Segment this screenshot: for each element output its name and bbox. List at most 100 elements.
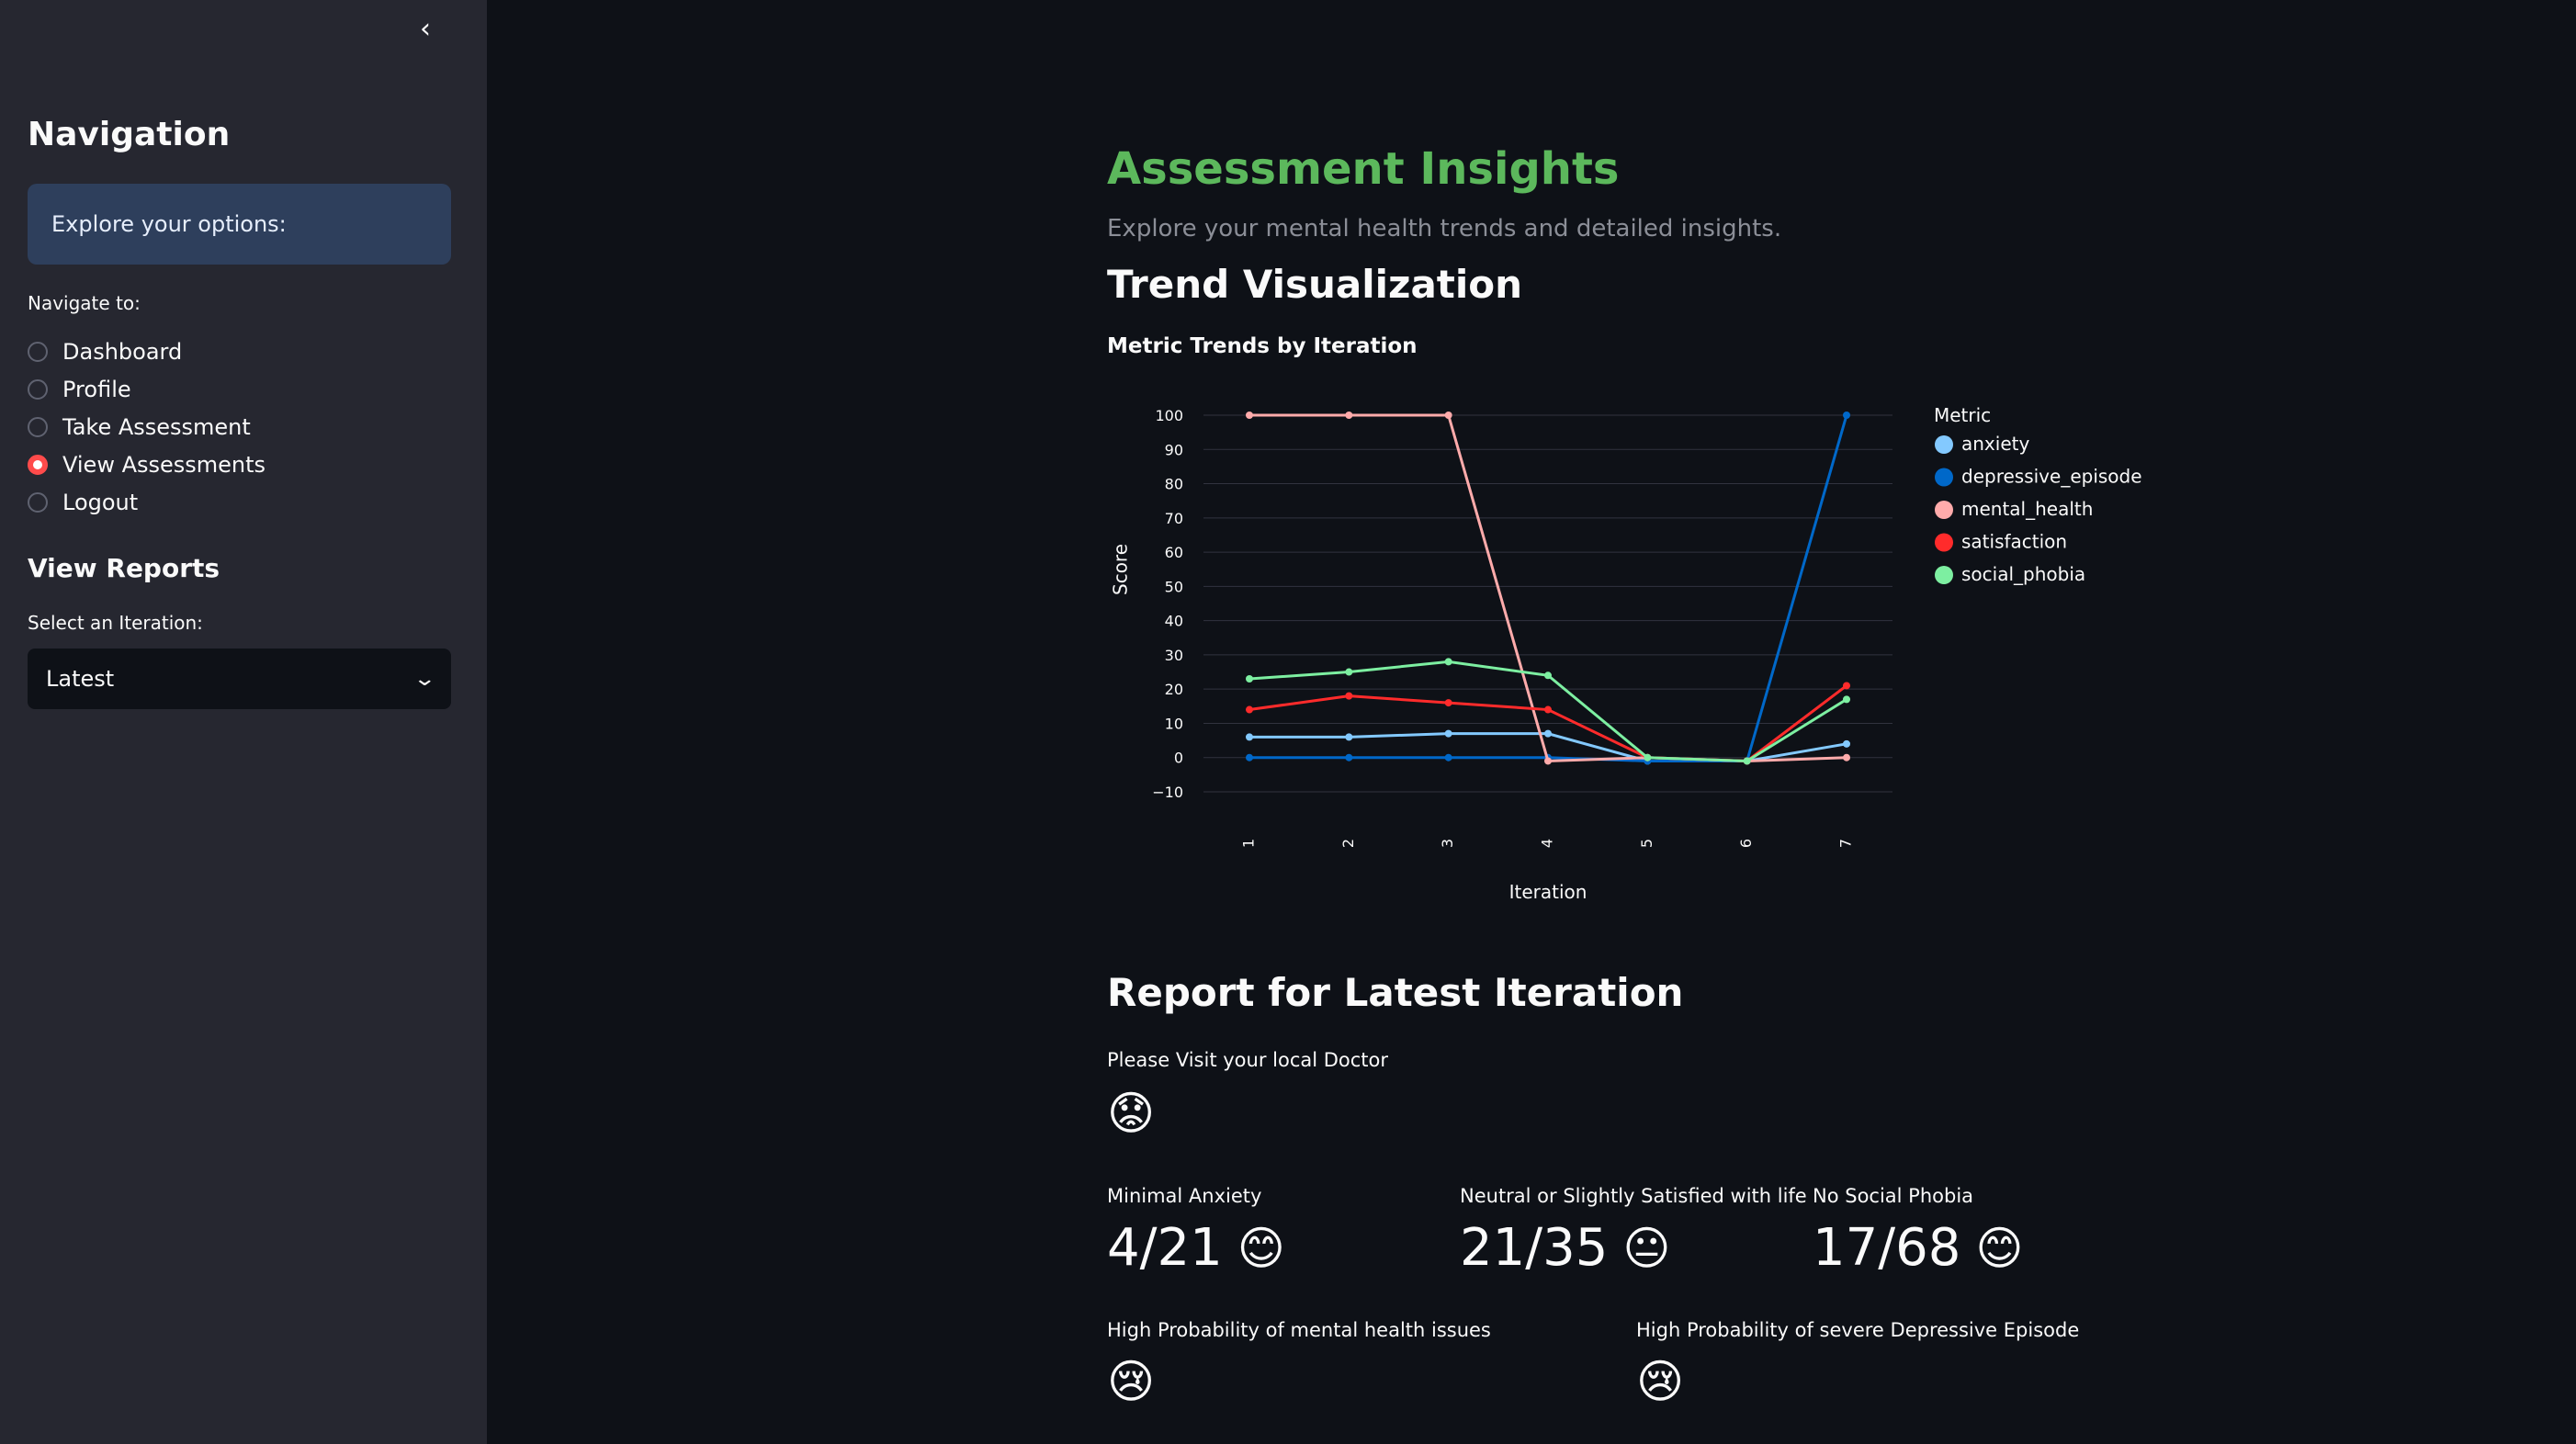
data-point-satisfaction [1544,705,1552,714]
crying-face-icon: 😢 [1107,1355,1156,1408]
y-tick-label: 70 [1165,510,1183,527]
crying-face-icon: 😢 [1636,1355,1685,1408]
sidebar: ‹ Navigation Explore your options: Navig… [0,0,487,1444]
data-point-depressive_episode [1444,753,1452,761]
iteration-select-value: Latest [46,666,115,692]
metric-label: Minimal Anxiety [1107,1185,1262,1207]
page-subtitle: Explore your mental health trends and de… [1107,215,1782,243]
data-point-anxiety [1444,729,1452,738]
metric-social-phobia: No Social Phobia 17/68 😊 [1813,1185,2024,1278]
page-title: Assessment Insights [1107,143,1620,195]
data-point-anxiety [1544,729,1552,738]
data-point-depressive_episode [1345,753,1353,761]
metric-satisfaction: Neutral or Slightly Satisfied with life … [1460,1185,1807,1278]
x-tick-label: 4 [1539,839,1556,848]
legend-swatch-satisfaction [1935,533,1953,552]
iteration-select[interactable]: Latest ⌄ [28,649,451,709]
legend-title: Metric [1934,404,1991,426]
radio-option-label: Logout [62,489,139,515]
sidebar-title: Navigation [28,116,231,153]
y-tick-label: 40 [1165,613,1183,630]
legend-label-social_phobia: social_phobia [1961,563,2085,585]
radio-button[interactable] [28,416,48,437]
y-tick-label: 80 [1165,476,1183,493]
legend-label-anxiety: anxiety [1961,433,2029,455]
data-point-anxiety [1345,733,1353,741]
data-point-anxiety [1843,739,1850,748]
y-tick-label: 100 [1155,407,1183,424]
legend-swatch-depressive_episode [1935,468,1953,487]
radio-button[interactable] [28,491,48,513]
data-point-social_phobia [1843,695,1850,704]
alert-mental-health: High Probability of mental health issues [1107,1319,1491,1341]
data-point-social_phobia [1444,658,1452,666]
data-point-mental_health [1444,412,1452,419]
data-point-mental_health [1345,412,1353,419]
trend-heading: Trend Visualization [1107,262,1523,307]
metric-value: 21/35 [1460,1218,1609,1278]
metric-value: 17/68 [1813,1218,1961,1278]
y-tick-label: 60 [1165,544,1183,561]
metric-label: No Social Phobia [1813,1185,1974,1207]
x-tick-label: 5 [1638,839,1655,848]
radio-option-label: Dashboard [62,338,183,365]
nav-option-profile[interactable]: Profile [28,370,266,408]
chevron-left-icon[interactable]: ‹ [412,13,439,46]
legend-label-mental_health: mental_health [1961,498,2093,520]
legend-swatch-mental_health [1935,501,1953,519]
radio-option-label: Take Assessment [62,413,251,440]
data-point-depressive_episode [1843,412,1850,419]
x-tick-label: 6 [1737,839,1755,848]
x-tick-label: 1 [1240,839,1258,848]
data-point-satisfaction [1246,705,1253,714]
radio-option-label: View Assessments [62,451,266,478]
y-tick-label: 90 [1165,441,1183,458]
smiling-face-icon: 😊 [1237,1221,1285,1275]
y-tick-label: −10 [1152,784,1183,801]
chevron-down-icon: ⌄ [412,667,436,691]
y-tick-label: 50 [1165,578,1183,595]
radio-button[interactable] [28,378,48,400]
legend-swatch-social_phobia [1935,566,1953,584]
data-point-mental_health [1246,412,1253,419]
data-point-mental_health [1544,757,1552,765]
data-point-social_phobia [1345,668,1353,676]
chart-title: Metric Trends by Iteration [1107,334,1418,358]
worried-face-icon: 😟 [1107,1087,1156,1140]
report-heading: Report for Latest Iteration [1107,970,1684,1015]
data-point-depressive_episode [1246,753,1253,761]
nav-option-dashboard[interactable]: Dashboard [28,333,266,370]
y-tick-label: 20 [1165,681,1183,698]
neutral-face-icon: 😐 [1622,1221,1671,1275]
nav-option-take-assessment[interactable]: Take Assessment [28,408,266,446]
data-point-satisfaction [1444,699,1452,707]
data-point-satisfaction [1843,682,1850,690]
nav-option-view-assessments[interactable]: View Assessments [28,446,266,483]
data-point-satisfaction [1345,692,1353,700]
x-tick-label: 7 [1837,839,1855,848]
y-tick-label: 0 [1174,750,1183,767]
metric-label: Neutral or Slightly Satisfied with life [1460,1185,1807,1207]
radio-button[interactable] [28,454,48,475]
data-point-social_phobia [1644,753,1652,761]
y-axis-label: Score [1110,544,1132,595]
trend-chart[interactable]: −10 0 10 20 30 40 50 60 70 80 90 100 1 2 3 4 5 6 7 Iteratio… [1107,386,2154,900]
data-point-social_phobia [1544,671,1552,680]
nav-option-logout[interactable]: Logout [28,483,266,521]
radio-option-label: Profile [62,376,131,402]
metric-value: 4/21 [1107,1218,1223,1278]
doctor-note: Please Visit your local Doctor [1107,1049,1389,1071]
radio-group-label: Navigate to: [28,292,141,314]
legend-swatch-anxiety [1935,435,1953,454]
legend-label-satisfaction: satisfaction [1961,531,2067,553]
legend-label-depressive_episode: depressive_episode [1961,466,2142,488]
iteration-select-label: Select an Iteration: [28,612,203,634]
radio-button[interactable] [28,341,48,362]
smiling-face-icon: 😊 [1975,1221,2024,1275]
data-point-social_phobia [1246,675,1253,683]
nav-radio-group: Dashboard Profile Take Assessment View Asse… [28,333,266,521]
info-box: Explore your options: [28,184,451,265]
data-point-mental_health [1843,753,1850,761]
data-point-anxiety [1246,733,1253,741]
x-tick-label: 2 [1339,839,1357,848]
